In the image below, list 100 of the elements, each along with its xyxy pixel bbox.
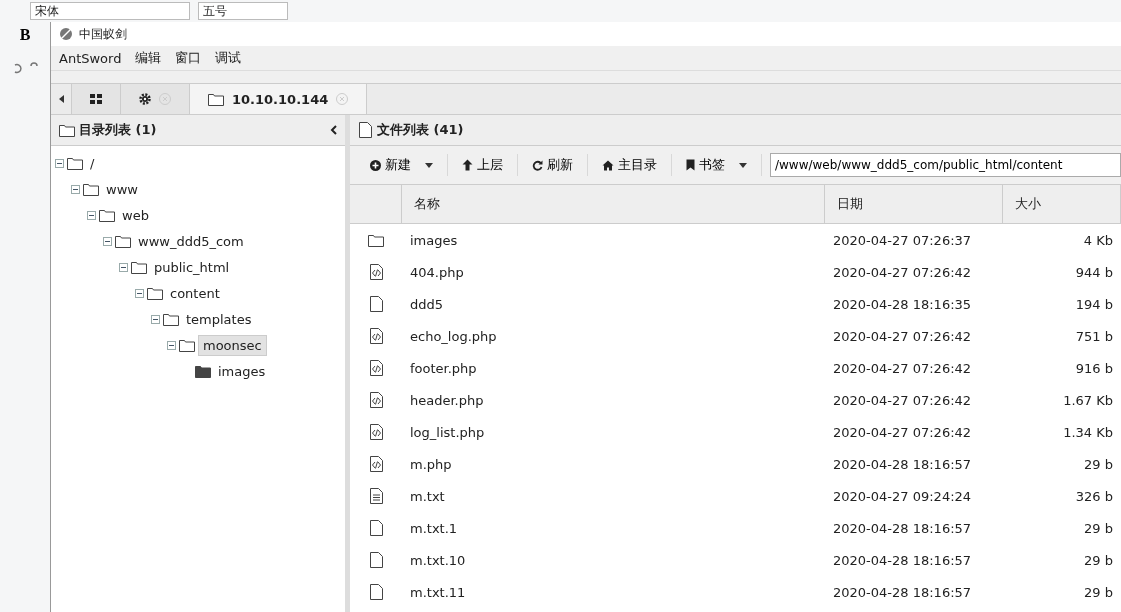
plus-circle-icon (370, 159, 381, 171)
file-size: 194 b (1075, 296, 1113, 312)
file-size: 29 b (1084, 584, 1113, 600)
tree-item[interactable]: images (214, 361, 270, 381)
collapse-toggle-icon[interactable] (151, 314, 160, 324)
file-name: echo_log.php (410, 328, 497, 344)
file-size: 944 b (1075, 264, 1113, 280)
file-size: 29 b (1084, 456, 1113, 472)
bookmark-icon (686, 159, 695, 171)
file-date: 2020-04-28 18:16:57 (833, 552, 972, 568)
tree-item[interactable]: moonsec (198, 334, 267, 356)
toolbar-button[interactable]: 上层 (448, 154, 518, 176)
collapse-toggle-icon[interactable] (167, 340, 176, 350)
column-header[interactable]: 日期 (825, 185, 1003, 224)
tree-item[interactable]: content (166, 283, 224, 303)
folder-icon (163, 312, 179, 326)
file-size: 1.34 Kb (1063, 424, 1113, 440)
caret-icon (739, 162, 747, 168)
home-icon (602, 159, 614, 171)
file-name: log_list.php (410, 424, 485, 440)
code-file-icon (368, 424, 384, 440)
collapse-toggle-icon[interactable] (135, 288, 144, 298)
folder-icon (131, 260, 147, 274)
file-date: 2020-04-28 18:16:57 (833, 584, 972, 600)
file-icon (368, 584, 384, 600)
file-size: 326 b (1075, 488, 1113, 504)
file-date: 2020-04-27 09:24:24 (833, 488, 972, 504)
panel-title: 目录列表 (1) (59, 121, 157, 139)
file-size: 4 Kb (1083, 232, 1113, 248)
menu-item[interactable]: AntSword (59, 48, 122, 68)
file-date: 2020-04-28 18:16:35 (833, 296, 972, 312)
file-name: footer.php (410, 360, 477, 376)
file-name: m.txt (410, 488, 445, 504)
file-name: images (410, 232, 458, 248)
refresh-icon (532, 159, 543, 171)
font-field[interactable]: 宋体 (30, 2, 190, 20)
toolbar-button[interactable]: 新建 (356, 154, 448, 176)
menu-item[interactable]: 调试 (215, 47, 242, 69)
collapse-toggle-icon[interactable] (87, 210, 96, 220)
collapse-toggle-icon[interactable] (103, 236, 112, 246)
menu-item[interactable]: 编辑 (135, 47, 162, 69)
file-size: 1.67 Kb (1063, 392, 1113, 408)
folder-icon (179, 338, 195, 352)
collapse-panel-icon[interactable] (330, 125, 337, 135)
toolbar-button[interactable]: 刷新 (518, 154, 588, 176)
path-field[interactable]: /www/web/www_ddd5_com/public_html/content (770, 153, 1121, 177)
file-size: 29 b (1084, 520, 1113, 536)
home-tab[interactable] (72, 84, 121, 114)
file-name: m.txt.1 (410, 520, 458, 536)
file-name: header.php (410, 392, 484, 408)
up-arrow-icon (462, 159, 473, 171)
collapse-toggle-icon[interactable] (119, 262, 128, 272)
file-date: 2020-04-28 18:16:57 (833, 520, 972, 536)
file-icon (368, 296, 384, 312)
settings-tab[interactable] (121, 84, 190, 114)
tree-item[interactable]: www_ddd5_com (134, 231, 248, 251)
folder-icon (147, 286, 163, 300)
folder-icon (208, 92, 224, 106)
toolbar-button[interactable]: 主目录 (588, 154, 672, 176)
folder-icon (115, 234, 131, 248)
file-icon (358, 122, 373, 138)
tree-item[interactable]: web (118, 205, 153, 225)
file-name: m.txt.11 (410, 584, 466, 600)
panel-title: 文件列表 (41) (358, 121, 464, 139)
font-size-field[interactable]: 五号 (198, 2, 288, 20)
column-header[interactable]: 名称 (402, 185, 825, 224)
collapse-toggle-icon[interactable] (55, 158, 64, 168)
file-icon (368, 552, 384, 568)
text-file-icon (368, 488, 384, 504)
file-date: 2020-04-27 07:26:42 (833, 360, 972, 376)
tree-item[interactable]: templates (182, 309, 256, 329)
code-file-icon (368, 264, 384, 280)
scroll-left-icon[interactable] (58, 95, 64, 103)
toolbar-button[interactable]: 书签 (672, 154, 762, 176)
menu-item[interactable]: 窗口 (175, 47, 202, 69)
folder-icon (83, 182, 99, 196)
file-date: 2020-04-27 07:26:42 (833, 264, 972, 280)
grid-icon (90, 94, 102, 104)
file-date: 2020-04-27 07:26:37 (833, 232, 972, 248)
host-tab[interactable]: 10.10.10.144 (190, 84, 368, 114)
file-date: 2020-04-28 18:16:57 (833, 456, 972, 472)
window-title: 中国蚁剑 (79, 25, 127, 43)
file-size: 916 b (1075, 360, 1113, 376)
file-name: m.txt.10 (410, 552, 466, 568)
tree-item[interactable]: / (86, 153, 99, 173)
code-file-icon (368, 456, 384, 472)
tree-item[interactable]: public_html (150, 257, 234, 277)
folder-icon (67, 156, 83, 170)
file-name: 404.php (410, 264, 464, 280)
file-size: 751 b (1075, 328, 1113, 344)
collapse-toggle-icon[interactable] (71, 184, 80, 194)
file-name: ddd5 (410, 296, 444, 312)
bold-button[interactable]: B (15, 26, 35, 44)
file-date: 2020-04-27 07:26:42 (833, 424, 972, 440)
column-header[interactable]: 大小 (1003, 185, 1121, 224)
file-date: 2020-04-27 07:26:42 (833, 328, 972, 344)
file-icon (368, 520, 384, 536)
code-file-icon (368, 328, 384, 344)
code-file-icon (368, 360, 384, 376)
tree-item[interactable]: www (102, 179, 142, 199)
